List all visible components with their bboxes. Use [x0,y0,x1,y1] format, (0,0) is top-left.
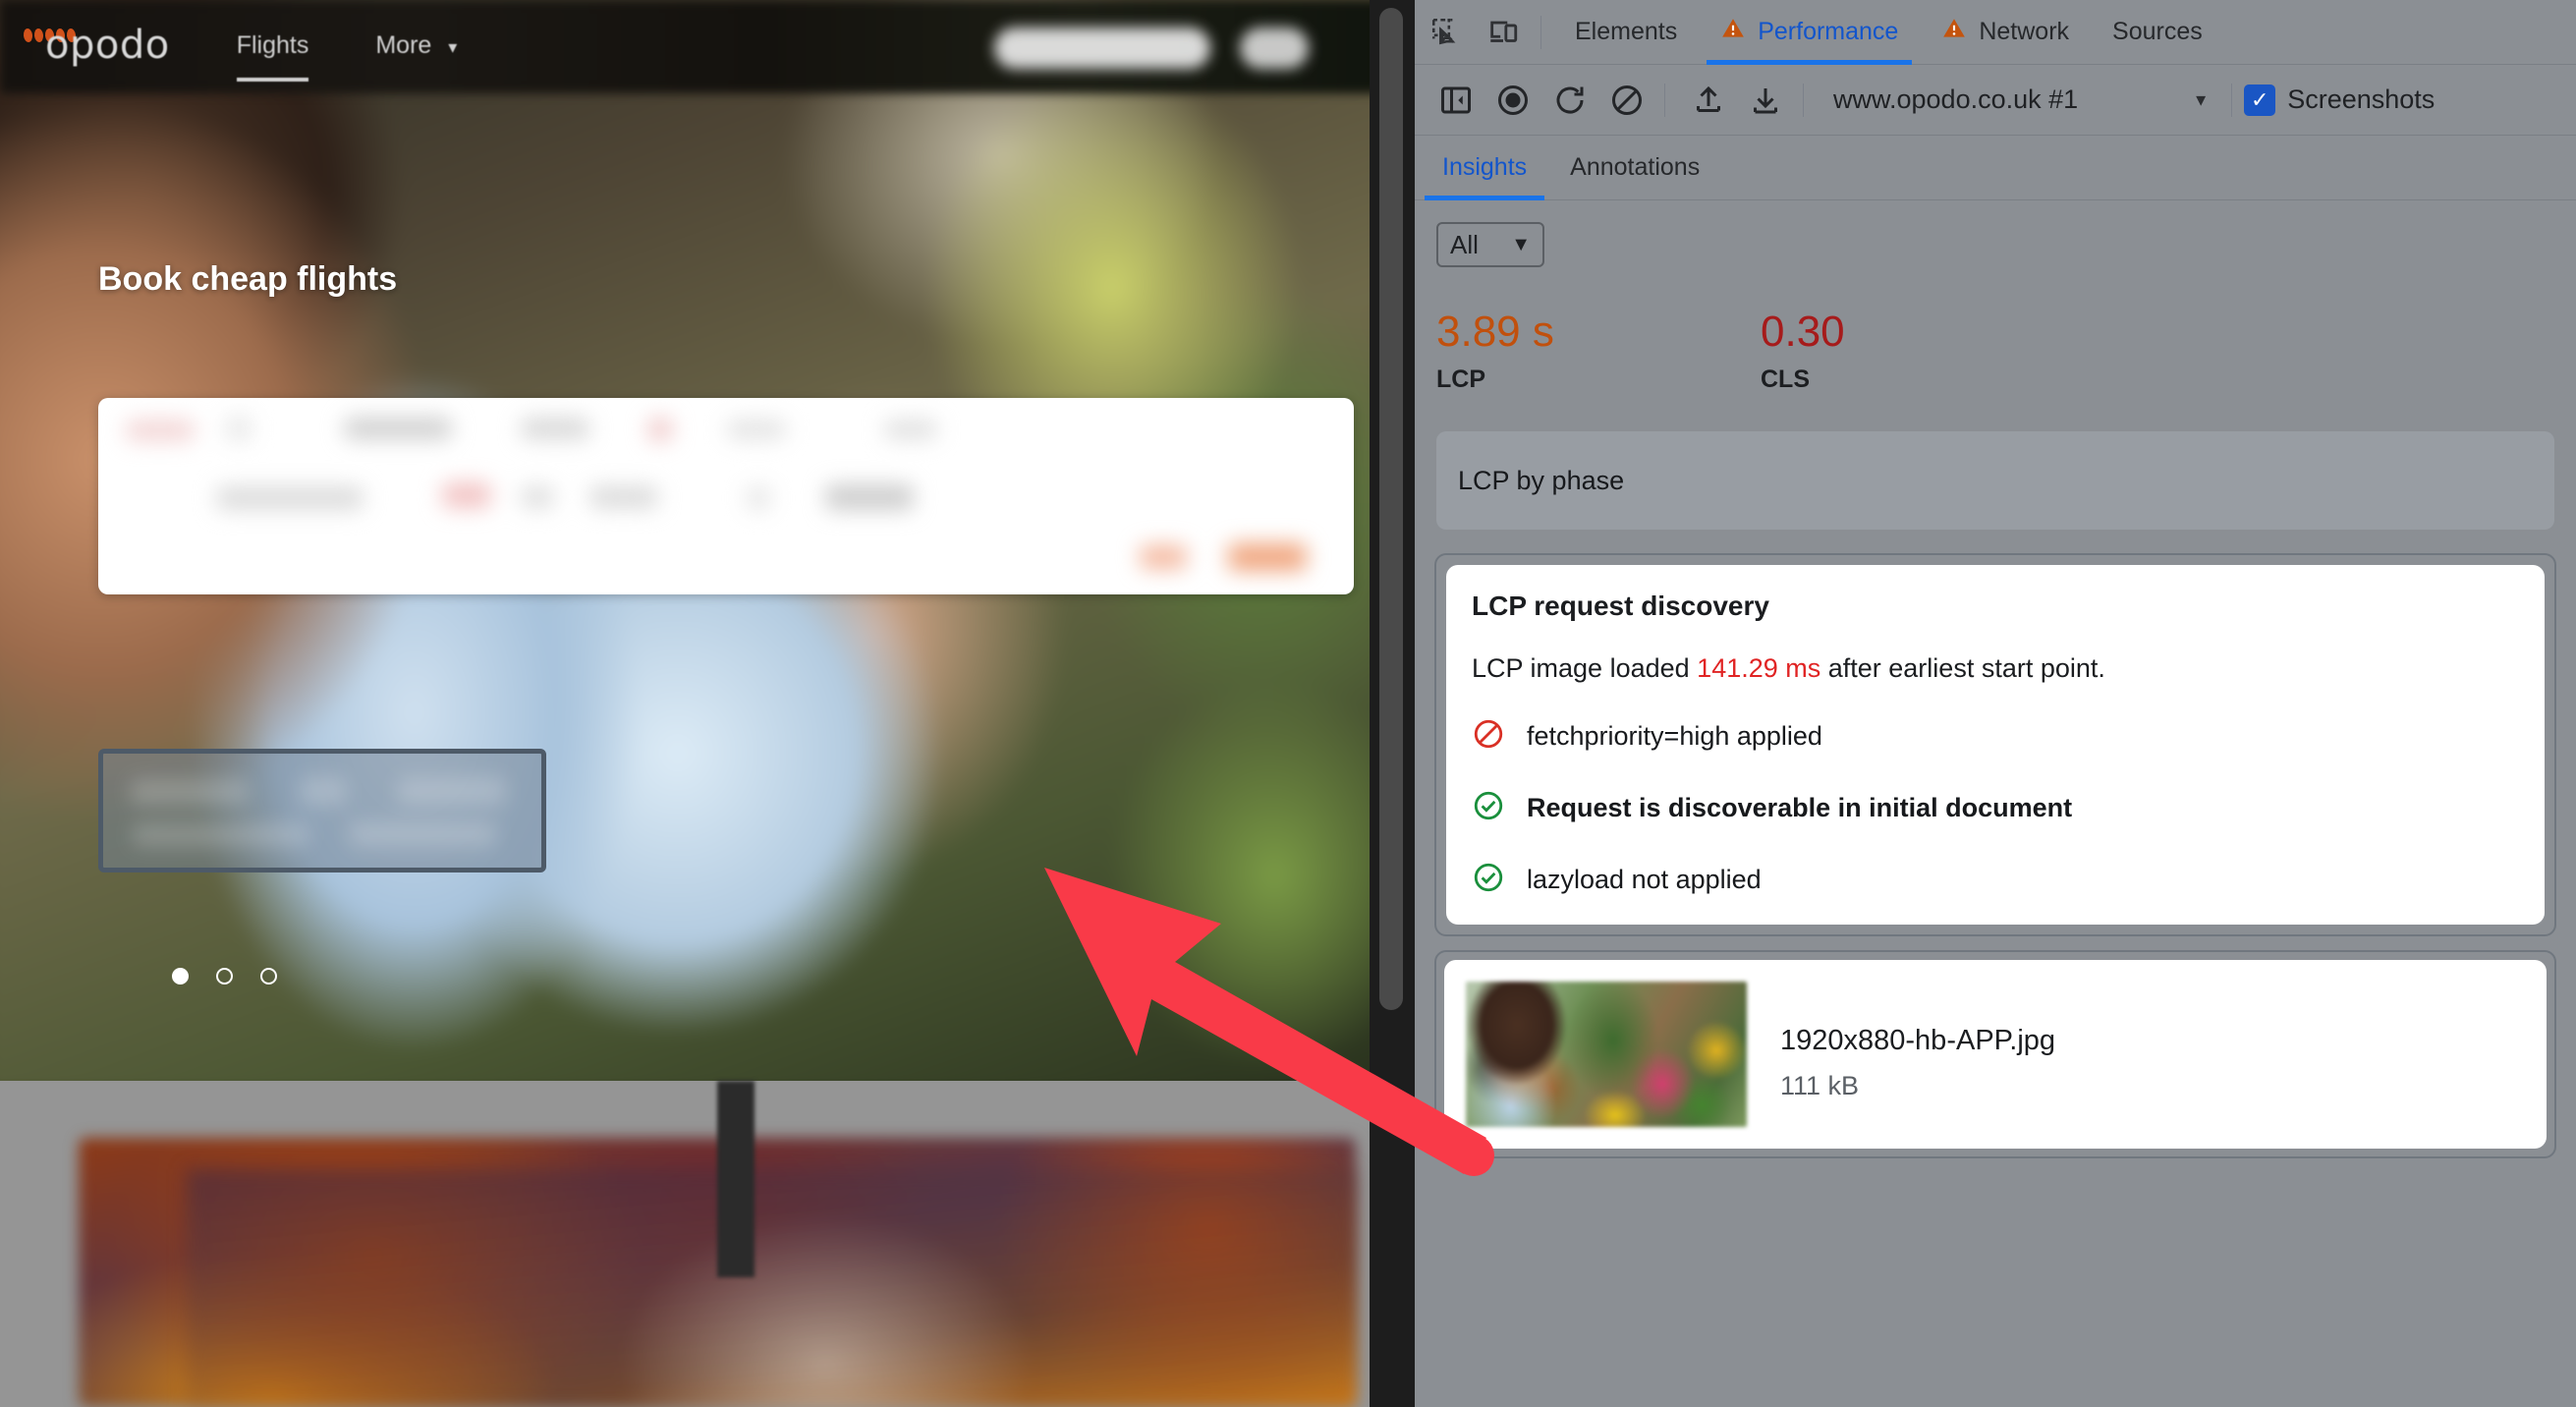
toolbar-divider [1803,83,1804,117]
devtools-panel: Elements Performance Network Sources www… [1415,0,2576,1407]
summary-suffix: after earliest start point. [1820,653,2105,683]
check-circle-icon [1472,861,1505,899]
nav-item-more[interactable]: More ▾ [375,31,457,60]
toolbar-divider [1540,15,1541,49]
check-label-discoverable: Request is discoverable in initial docum… [1527,793,2073,822]
toolbar-divider [2231,83,2233,117]
subtab-annotations-label: Annotations [1570,153,1701,181]
nav-item-flights-label: Flights [236,30,309,59]
warning-triangle-icon [1941,16,1967,48]
opodo-logo-text: opodo [45,23,170,68]
check-row-fetchpriority: fetchpriority=high applied [1472,717,2519,756]
reload-and-record-icon[interactable] [1544,75,1596,126]
upload-icon[interactable] [1683,75,1734,126]
metric-cls[interactable]: 0.30 CLS [1761,310,2085,394]
lcp-image-result-card[interactable]: 1920x880-hb-APP.jpg 111 kB [1434,950,2556,1158]
hero-title: Book cheap flights [98,260,398,298]
chevron-down-icon: ▼ [1511,233,1531,255]
flight-search-widget[interactable] [98,398,1354,594]
lcp-image-filesize: 111 kB [1780,1071,1860,1100]
download-icon[interactable] [1740,75,1791,126]
screenshots-checkbox[interactable]: ✓ [2244,84,2276,116]
selected-element-blurred-content [103,754,541,868]
summary-prefix: LCP image loaded [1472,653,1698,683]
recording-selector-label[interactable]: www.opodo.co.uk #1 [1833,84,2078,115]
clear-icon[interactable] [1601,75,1652,126]
carousel-dot-1[interactable] [172,968,189,985]
nav-menu-pill[interactable] [1240,28,1309,69]
metric-cls-value: 0.30 [1761,308,1845,356]
metric-cls-label: CLS [1761,366,1810,393]
check-label-fetchpriority: fetchpriority=high applied [1527,721,1822,751]
tab-elements[interactable]: Elements [1553,0,1699,65]
lcp-by-phase-title: LCP by phase [1458,465,1625,495]
record-icon[interactable] [1487,75,1539,126]
lcp-image-filename: 1920x880-hb-APP.jpg [1780,1025,2056,1056]
check-circle-icon [1472,789,1505,827]
nav-account-pill[interactable] [994,28,1210,69]
page-scrollbar-thumb[interactable] [1379,8,1403,1010]
chevron-down-icon: ▾ [448,36,458,57]
subtab-annotations[interactable]: Annotations [1548,136,1721,200]
site-header: opodo Flights More ▾ [0,0,1387,90]
tab-performance[interactable]: Performance [1699,0,1920,65]
subtab-insights-label: Insights [1442,153,1528,181]
toolbar-divider [1664,83,1665,117]
check-label-lazyload: lazyload not applied [1527,865,1762,894]
tab-elements-label: Elements [1575,18,1678,45]
lcp-request-discovery-card[interactable]: LCP request discovery LCP image loaded 1… [1434,553,2556,936]
metric-lcp-value: 3.89 s [1436,308,1554,356]
chevron-down-icon[interactable]: ▾ [2196,87,2206,112]
sidebar-toggle-icon[interactable] [1430,75,1482,126]
nav-item-flights[interactable]: Flights [236,30,309,82]
lcp-request-discovery-summary: LCP image loaded 141.29 ms after earlies… [1472,653,2519,684]
nav-item-more-label: More [375,30,432,59]
warning-triangle-icon [1720,16,1746,48]
tab-sources[interactable]: Sources [2091,0,2224,65]
core-web-vitals-metrics: 3.89 s LCP 0.30 CLS [1436,310,2576,394]
metric-lcp-label: LCP [1436,366,1485,393]
no-entry-icon [1472,717,1505,756]
page-right-gutter-shadow [717,1081,755,1277]
browser-viewport: opodo Flights More ▾ Book cheap flights [0,0,1415,1407]
performance-toolbar: www.opodo.co.uk #1 ▾ ✓ Screenshots [1415,65,2576,136]
tab-sources-label: Sources [2112,18,2203,45]
check-row-discoverable: Request is discoverable in initial docum… [1472,789,2519,827]
lcp-by-phase-card[interactable]: LCP by phase [1436,431,2554,530]
metric-lcp[interactable]: 3.89 s LCP [1436,310,1761,394]
lcp-image-thumbnail[interactable] [1466,982,1747,1127]
search-widget-blurred-content [98,398,1354,594]
summary-highlight: 141.29 ms [1697,653,1821,683]
opodo-logo[interactable]: opodo [22,26,170,65]
tab-network-label: Network [1979,18,2070,45]
hero-carousel-dots[interactable] [172,968,277,985]
insights-body: All ▼ 3.89 s LCP 0.30 CLS LCP by phase L… [1415,200,2576,1158]
subtab-insights[interactable]: Insights [1421,136,1548,200]
carousel-dot-2[interactable] [216,968,233,985]
tab-network[interactable]: Network [1920,0,2091,65]
insights-subtabs: Insights Annotations [1415,136,2576,200]
selected-element-highlight [98,749,546,872]
insights-filter-value: All [1450,229,1479,259]
tab-performance-label: Performance [1758,18,1899,45]
carousel-dot-3[interactable] [260,968,277,985]
promo-card-overlay [187,1169,1356,1407]
device-toolbar-icon[interactable] [1478,7,1529,58]
screenshots-label: Screenshots [2287,84,2436,114]
lcp-request-discovery-title: LCP request discovery [1472,591,1769,621]
page-scrollbar-track[interactable] [1370,0,1415,1407]
inspect-element-icon[interactable] [1421,7,1472,58]
insights-filter-select[interactable]: All ▼ [1436,222,1544,267]
devtools-tabbar: Elements Performance Network Sources [1415,0,2576,65]
check-row-lazyload: lazyload not applied [1472,861,2519,899]
